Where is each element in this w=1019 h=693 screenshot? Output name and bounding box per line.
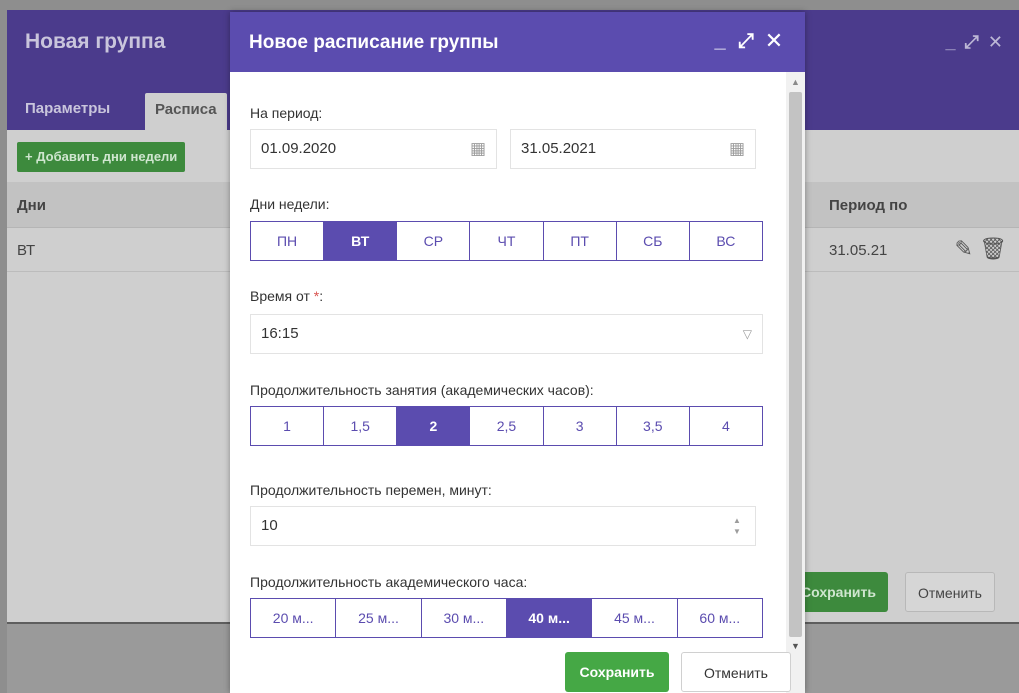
scroll-thumb[interactable] <box>789 92 802 637</box>
lesson-duration-1[interactable]: 1 <box>251 407 325 445</box>
lesson-duration-selector: 1 1,5 2 2,5 3 3,5 4 <box>250 406 763 446</box>
dialog-title: Новое расписание группы <box>249 32 499 53</box>
date-to-input[interactable]: 31.05.2021 ▦ <box>510 129 756 169</box>
calendar-icon[interactable]: ▦ <box>729 130 745 168</box>
lesson-duration-3[interactable]: 3 <box>543 407 617 445</box>
cancel-button[interactable]: Отменить <box>681 652 791 692</box>
weekdays-label: Дни недели: <box>250 196 330 212</box>
break-duration-value: 10 <box>261 517 278 534</box>
academic-hour-selector: 20 м... 25 м... 30 м... 40 м... 45 м... … <box>250 598 763 638</box>
date-from-value: 01.09.2020 <box>261 140 337 157</box>
academic-hour-45[interactable]: 45 м... <box>592 599 678 637</box>
weekday-tue[interactable]: ВТ <box>324 222 398 260</box>
cell-days: ВТ <box>17 242 36 259</box>
lesson-duration-4[interactable]: 4 <box>689 407 762 445</box>
time-from-value: 16:15 <box>261 325 299 342</box>
scroll-up-icon[interactable]: ▲ <box>786 74 805 90</box>
weekday-thu[interactable]: ЧТ <box>470 222 544 260</box>
stepper-up-icon[interactable]: ▲ <box>731 515 743 526</box>
add-weekdays-button[interactable]: + Добавить дни недели <box>17 142 186 172</box>
break-duration-input[interactable]: 10 ▲ ▼ <box>250 506 756 546</box>
number-stepper[interactable]: ▲ ▼ <box>731 515 743 537</box>
calendar-icon[interactable]: ▦ <box>470 130 486 168</box>
lesson-duration-1-5[interactable]: 1,5 <box>324 407 398 445</box>
weekday-sun[interactable]: ВС <box>689 222 762 260</box>
date-to-value: 31.05.2021 <box>521 140 597 157</box>
trash-icon[interactable]: 🗑 <box>979 236 1007 261</box>
column-header-days: Дни <box>17 197 46 214</box>
background-cancel-button[interactable]: Отменить <box>905 572 995 612</box>
weekday-mon[interactable]: ПН <box>251 222 325 260</box>
chevron-down-icon[interactable]: ▽ <box>743 315 752 353</box>
lesson-duration-2[interactable]: 2 <box>397 407 471 445</box>
stepper-down-icon[interactable]: ▼ <box>731 526 743 537</box>
lesson-duration-3-5[interactable]: 3,5 <box>616 407 690 445</box>
time-from-label-suffix: : <box>319 288 324 304</box>
weekday-sat[interactable]: СБ <box>616 222 690 260</box>
column-header-period-to: Период по <box>829 197 908 214</box>
dialog-scrollbar[interactable]: ▲ ▼ <box>786 72 805 693</box>
cell-period-to: 31.05.21 <box>829 242 888 259</box>
row-actions: ✎ 🗑 <box>955 236 1008 262</box>
maximize-icon[interactable]: ⤢ <box>735 28 757 54</box>
pencil-icon[interactable]: ✎ <box>955 236 973 261</box>
weekday-wed[interactable]: СР <box>397 222 471 260</box>
background-save-button[interactable]: Сохранить <box>795 572 888 612</box>
academic-hour-label: Продолжительность академического часа: <box>250 574 528 590</box>
dialog-header: Новое расписание группы _ ⤢ ✕ <box>230 12 805 72</box>
academic-hour-20[interactable]: 20 м... <box>251 599 337 637</box>
academic-hour-60[interactable]: 60 м... <box>677 599 762 637</box>
lesson-duration-2-5[interactable]: 2,5 <box>470 407 544 445</box>
break-duration-label: Продолжительность перемен, минут: <box>250 482 492 498</box>
tab-parameters[interactable]: Параметры <box>25 100 110 117</box>
academic-hour-40[interactable]: 40 м... <box>506 599 593 637</box>
academic-hour-30[interactable]: 30 м... <box>421 599 507 637</box>
close-icon[interactable]: ✕ <box>763 28 785 54</box>
background-window-controls: _ ⤢ ✕ <box>945 32 1005 52</box>
minimize-icon[interactable]: _ <box>709 28 731 54</box>
academic-hour-25[interactable]: 25 м... <box>336 599 422 637</box>
weekdays-selector: ПН ВТ СР ЧТ ПТ СБ ВС <box>250 221 763 261</box>
time-from-label: Время от *: <box>250 288 323 304</box>
lesson-duration-label: Продолжительность занятия (академических… <box>250 382 594 398</box>
schedule-dialog: Новое расписание группы _ ⤢ ✕ На период:… <box>230 12 805 693</box>
tab-schedule[interactable]: Расписа <box>145 93 227 130</box>
date-from-input[interactable]: 01.09.2020 ▦ <box>250 129 497 169</box>
time-from-label-text: Время от <box>250 288 310 304</box>
weekday-fri[interactable]: ПТ <box>543 222 617 260</box>
time-from-select[interactable]: 16:15 ▽ <box>250 314 763 354</box>
background-title: Новая группа <box>25 30 166 53</box>
dialog-body: На период: 01.09.2020 ▦ 31.05.2021 ▦ Дни… <box>230 72 786 693</box>
period-label: На период: <box>250 105 323 121</box>
save-button[interactable]: Сохранить <box>565 652 669 692</box>
